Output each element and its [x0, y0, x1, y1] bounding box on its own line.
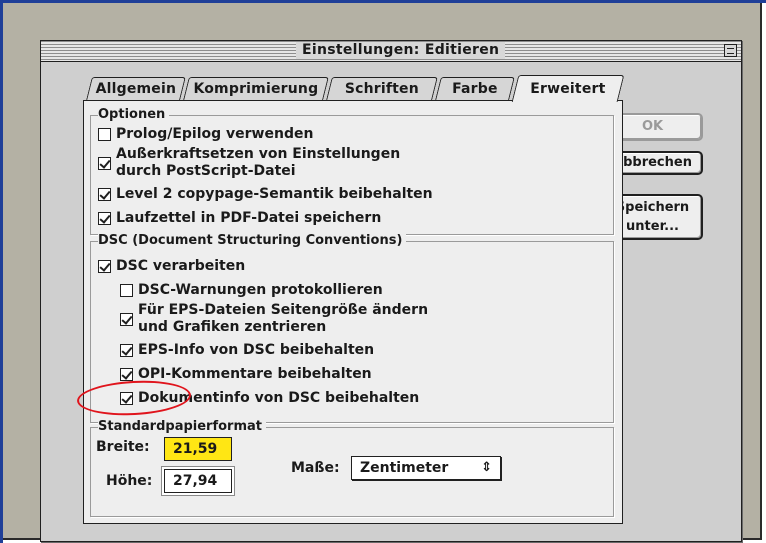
tab-allgemein[interactable]: Allgemein	[86, 77, 186, 100]
tab-label: Farbe	[452, 81, 498, 97]
checkbox-box[interactable]	[120, 313, 133, 326]
tab-label: Allgemein	[95, 81, 177, 97]
checkbox-label: DSC verarbeiten	[116, 258, 246, 274]
checkbox-label: EPS-Info von DSC beibehalten	[138, 342, 375, 358]
checkbox-label-line2: und Grafiken zentrieren	[138, 319, 327, 335]
checkbox-box[interactable]	[120, 344, 133, 357]
window-title: Einstellungen: Editieren	[296, 42, 506, 59]
tab-schriften[interactable]: Schriften	[326, 77, 438, 100]
tab-panel-erweitert: Optionen Prolog/Epilog verwenden Außerkr…	[83, 100, 623, 524]
tab-komprimierung[interactable]: Komprimierung	[183, 77, 329, 100]
tab-label: Komprimierung	[193, 81, 319, 97]
popup-arrows-icon: ⇕	[481, 460, 492, 475]
checkbox-box[interactable]	[98, 128, 111, 141]
settings-dialog: Einstellungen: Editieren Allgemein Kompr…	[40, 40, 742, 542]
options-group-title: Optionen	[98, 107, 170, 123]
checkbox-label: Level 2 copypage-Semantik beibehalten	[116, 186, 433, 202]
width-field[interactable]: 21,59	[164, 437, 232, 461]
checkbox-label: Laufzettel in PDF-Datei speichern	[116, 210, 382, 226]
units-value: Zentimeter	[360, 460, 449, 476]
collapse-box-icon[interactable]	[724, 44, 737, 57]
checkbox-label: Dokumentinfo von DSC beibehalten	[138, 390, 420, 406]
title-bar[interactable]: Einstellungen: Editieren	[41, 41, 741, 62]
height-field[interactable]: 27,94	[164, 469, 232, 493]
checkbox-label: OPI-Kommentare beibehalten	[138, 366, 372, 382]
checkbox-box[interactable]	[120, 368, 133, 381]
checkbox-label: Für EPS-Dateien Seitengröße ändern	[138, 302, 429, 318]
checkbox-box[interactable]	[98, 212, 111, 225]
tab-label: Schriften	[344, 81, 419, 97]
checkbox-box[interactable]	[98, 157, 111, 170]
screenshot: Einstellungen: Editieren Allgemein Kompr…	[0, 0, 766, 543]
checkbox-label: Prolog/Epilog verwenden	[116, 126, 314, 142]
checkbox-box[interactable]	[98, 188, 111, 201]
dsc-group-title: DSC (Document Structuring Conventions)	[98, 233, 407, 249]
units-label: Maße:	[291, 460, 340, 476]
checkbox-label-line2: durch PostScript-Datei	[116, 163, 296, 179]
checkbox-label: Außerkraftsetzen von Einstellungen	[116, 146, 401, 162]
tab-farbe[interactable]: Farbe	[435, 77, 515, 100]
border-top	[0, 0, 766, 3]
checkbox-box[interactable]	[120, 392, 133, 405]
width-label: Breite:	[96, 439, 150, 455]
tab-label: Erweitert	[530, 81, 606, 97]
border-left	[0, 0, 3, 543]
height-label: Höhe:	[106, 473, 153, 489]
checkbox-label: DSC-Warnungen protokollieren	[138, 282, 383, 298]
paper-format-title: Standardpapierformat	[98, 419, 266, 435]
tab-erweitert[interactable]: Erweitert	[511, 75, 625, 102]
units-popup[interactable]: Zentimeter ⇕	[351, 456, 501, 480]
checkbox-box[interactable]	[120, 284, 133, 297]
checkbox-box[interactable]	[98, 260, 111, 273]
